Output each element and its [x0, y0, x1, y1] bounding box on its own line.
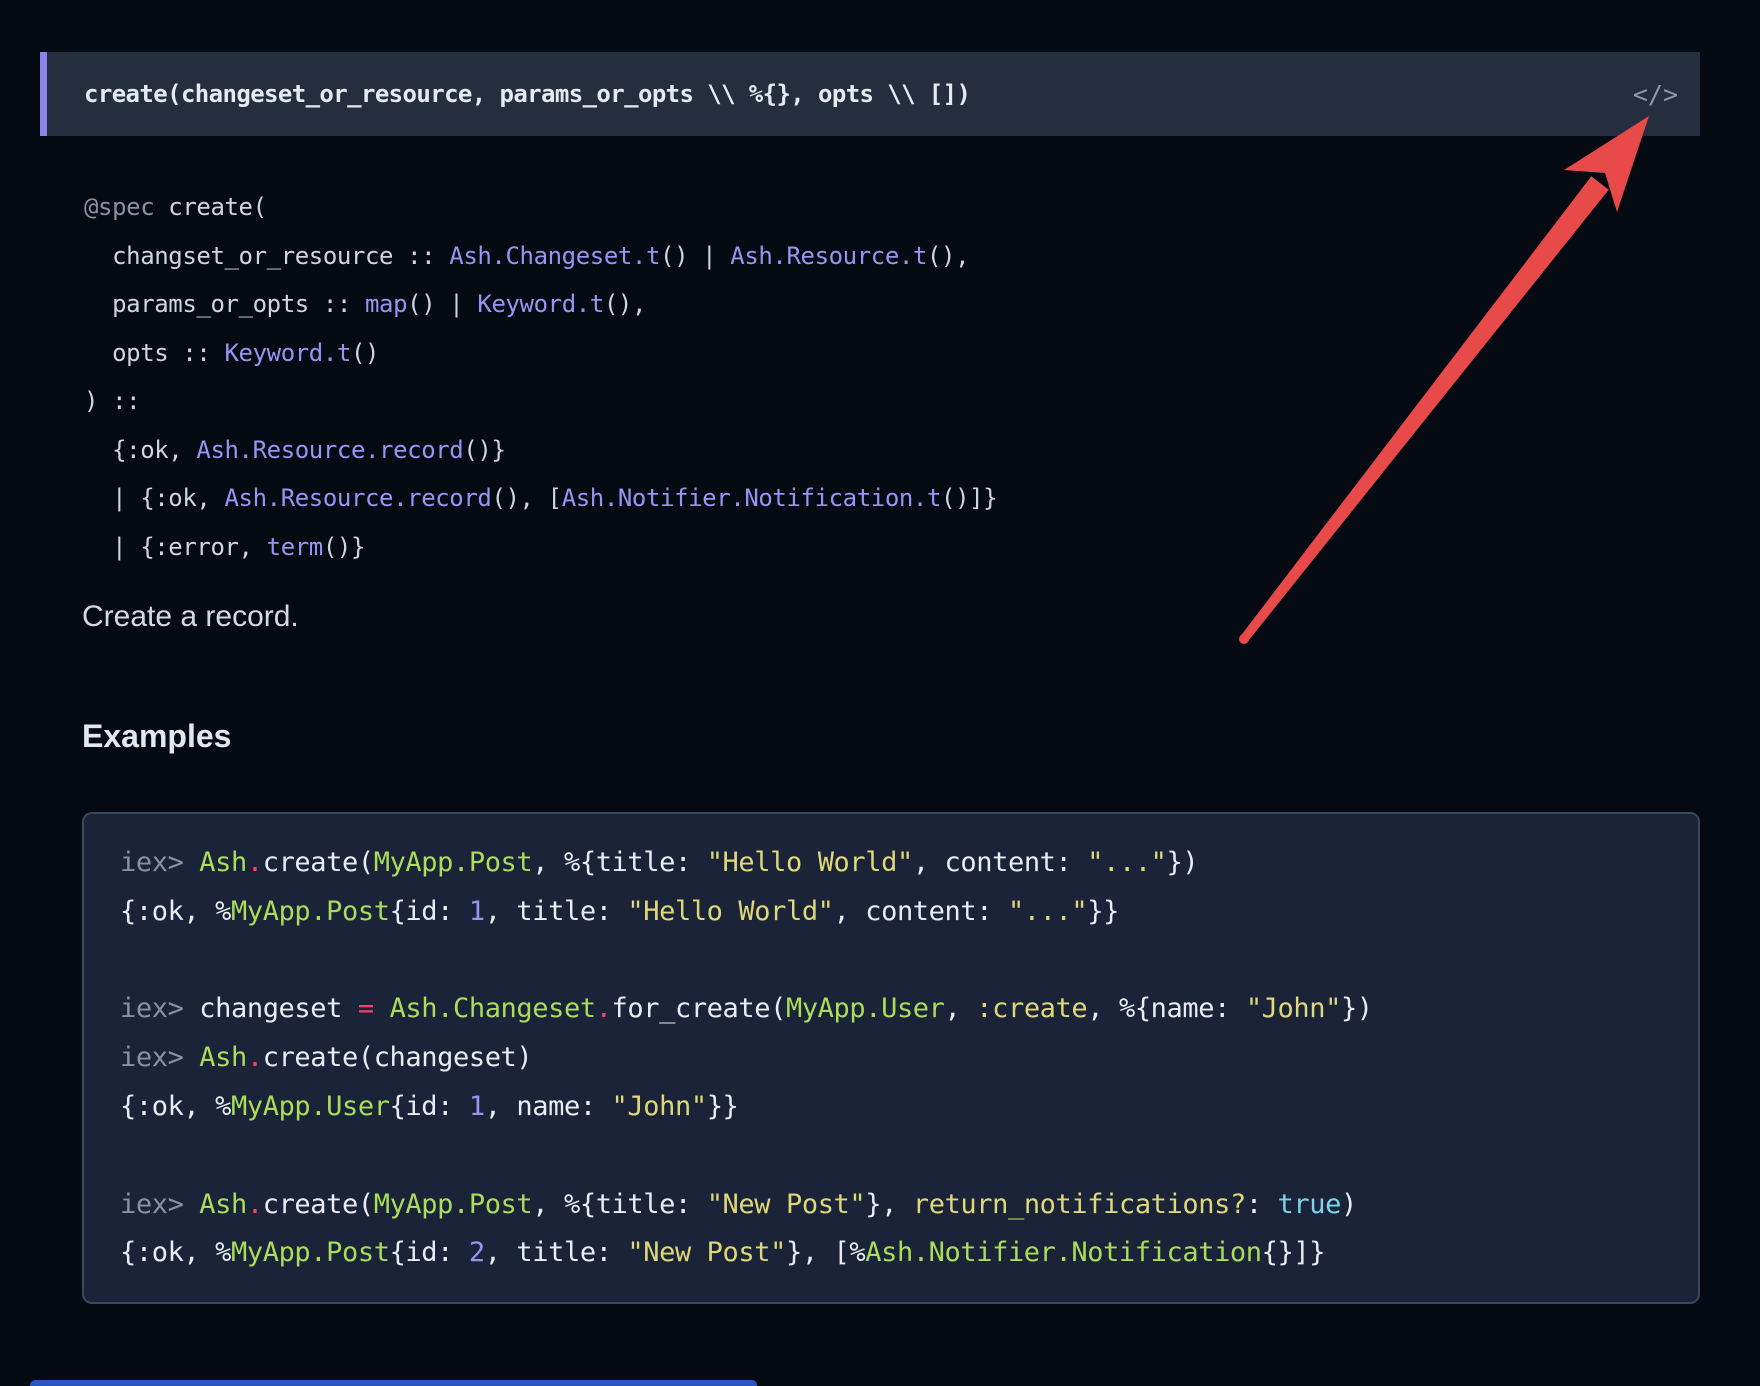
code-line: | {:error, term()} — [84, 523, 997, 572]
examples-heading: Examples — [82, 718, 231, 755]
arrow-tail-cap — [1239, 634, 1249, 644]
code-line: {:ok, %MyApp.Post{id: 2, title: "New Pos… — [120, 1229, 1662, 1278]
code-line: changset_or_resource :: Ash.Changeset.t(… — [84, 232, 997, 281]
code-line — [120, 937, 1662, 986]
function-description: Create a record. — [82, 600, 299, 634]
code-line: iex> Ash.create(MyApp.Post, %{title: "Ne… — [120, 1181, 1662, 1230]
code-line: {:ok, %MyApp.User{id: 1, name: "John"}} — [120, 1083, 1662, 1132]
code-line: {:ok, %MyApp.Post{id: 1, title: "Hello W… — [120, 888, 1662, 937]
code-line: opts :: Keyword.t() — [84, 329, 997, 378]
function-signature-header: create(changeset_or_resource, params_or_… — [40, 52, 1700, 136]
view-source-icon[interactable]: </> — [1633, 80, 1700, 109]
code-line: {:ok, Ash.Resource.record()} — [84, 426, 997, 475]
typespec-block: @spec create( changset_or_resource :: As… — [84, 183, 997, 571]
function-signature: create(changeset_or_resource, params_or_… — [47, 80, 970, 108]
code-line: iex> Ash.create(MyApp.Post, %{title: "He… — [120, 839, 1662, 888]
code-line: @spec create( — [84, 183, 997, 232]
code-line: iex> Ash.create(changeset) — [120, 1034, 1662, 1083]
code-line: params_or_opts :: map() | Keyword.t(), — [84, 280, 997, 329]
code-line: ) :: — [84, 377, 997, 426]
code-line — [120, 1132, 1662, 1181]
bottom-partial-element — [30, 1380, 757, 1386]
example-code-block: iex> Ash.create(MyApp.Post, %{title: "He… — [82, 812, 1700, 1304]
code-line: | {:ok, Ash.Resource.record(), [Ash.Noti… — [84, 474, 997, 523]
code-line: iex> changeset = Ash.Changeset.for_creat… — [120, 985, 1662, 1034]
arrow-shaft — [1240, 176, 1608, 642]
